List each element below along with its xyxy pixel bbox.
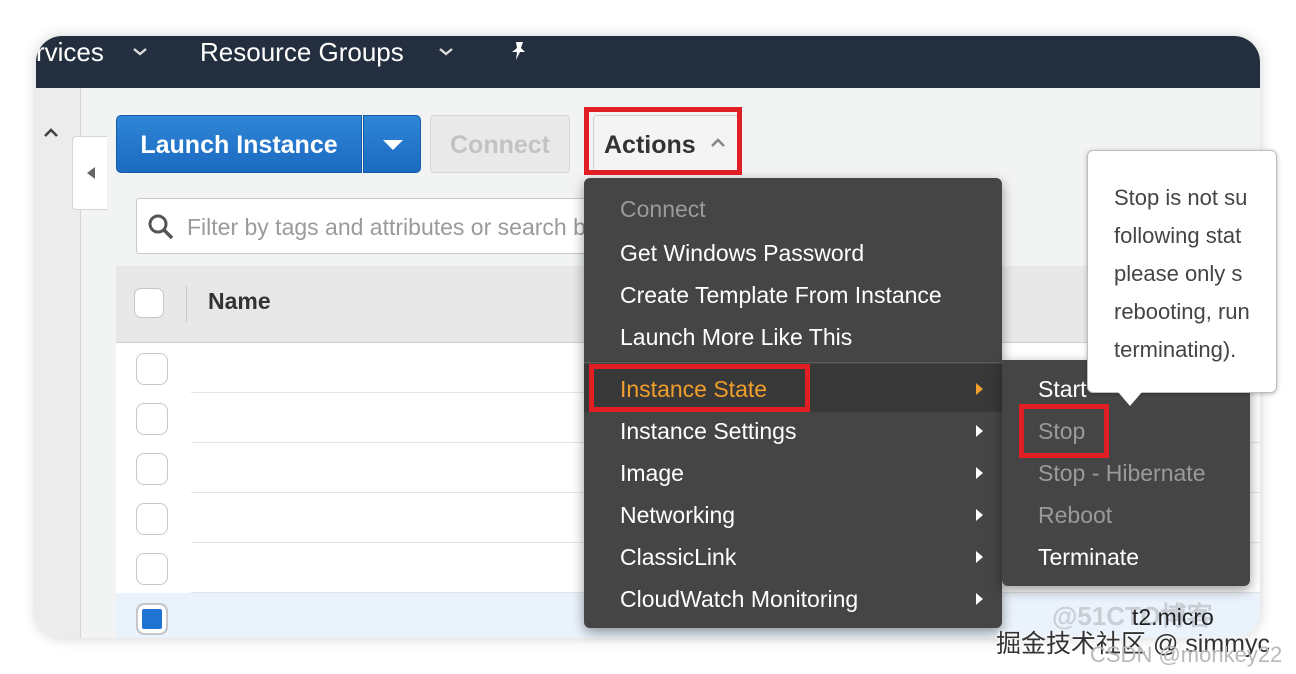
menu-item-networking[interactable]: Networking — [620, 502, 735, 529]
column-header-name[interactable]: Name — [208, 288, 271, 315]
menu-separator — [584, 362, 1002, 363]
services-chevron-icon[interactable] — [132, 44, 148, 62]
actions-menu: Connect Get Windows Password Create Temp… — [584, 178, 1002, 628]
tooltip-line: following stat — [1114, 223, 1242, 248]
stop-disabled-tooltip: Stop is not su following stat please onl… — [1087, 150, 1277, 393]
row-checkbox[interactable] — [136, 353, 168, 385]
launch-instance-dropdown[interactable] — [363, 115, 421, 173]
caret-down-icon — [383, 140, 403, 150]
submenu-item-start[interactable]: Start — [1038, 376, 1087, 403]
submenu-arrow-icon — [976, 425, 983, 437]
row-checkbox[interactable] — [136, 403, 168, 435]
submenu-arrow-icon — [976, 383, 983, 395]
top-navigation-bar: rvices Resource Groups — [36, 36, 1260, 88]
menu-item-get-windows-password[interactable]: Get Windows Password — [620, 240, 864, 267]
submenu-arrow-icon — [976, 551, 983, 563]
sidebar-toggle-tab[interactable] — [72, 136, 109, 210]
select-all-checkbox[interactable] — [134, 288, 164, 318]
search-icon — [148, 214, 174, 240]
submenu-item-stop-hibernate[interactable]: Stop - Hibernate — [1038, 460, 1205, 487]
menu-item-create-template[interactable]: Create Template From Instance — [620, 282, 942, 309]
row-checkbox-checked[interactable] — [136, 603, 168, 635]
menu-item-launch-more-like-this[interactable]: Launch More Like This — [620, 324, 852, 351]
connect-button[interactable]: Connect — [430, 115, 570, 173]
menu-item-instance-state[interactable]: Instance State — [620, 376, 767, 403]
launch-instance-button[interactable]: Launch Instance — [116, 115, 362, 173]
watermark-csdn: CSDN @monkey22 — [1090, 642, 1283, 667]
menu-item-instance-settings[interactable]: Instance Settings — [620, 418, 796, 445]
submenu-arrow-icon — [976, 467, 983, 479]
submenu-item-reboot[interactable]: Reboot — [1038, 502, 1112, 529]
pin-icon[interactable] — [508, 40, 530, 62]
menu-item-classiclink[interactable]: ClassicLink — [620, 544, 736, 571]
tooltip-line: please only s — [1114, 261, 1243, 286]
submenu-arrow-icon — [976, 509, 983, 521]
submenu-item-terminate[interactable]: Terminate — [1038, 544, 1139, 571]
collapse-up-icon[interactable] — [36, 122, 66, 152]
row-checkbox[interactable] — [136, 553, 168, 585]
services-menu[interactable]: rvices — [36, 36, 104, 72]
chevron-up-icon — [710, 116, 726, 174]
row-checkbox[interactable] — [136, 503, 168, 535]
submenu-arrow-icon — [976, 593, 983, 605]
menu-item-connect[interactable]: Connect — [620, 196, 706, 223]
actions-button[interactable]: Actions — [593, 115, 739, 173]
tooltip-line: rebooting, run — [1114, 299, 1250, 324]
row-checkbox[interactable] — [136, 453, 168, 485]
actions-label: Actions — [604, 131, 696, 159]
submenu-item-stop[interactable]: Stop — [1038, 418, 1085, 445]
tooltip-pointer — [1118, 392, 1142, 406]
resource-groups-menu[interactable]: Resource Groups — [200, 36, 404, 72]
menu-item-cloudwatch-monitoring[interactable]: CloudWatch Monitoring — [620, 586, 858, 613]
menu-item-image[interactable]: Image — [620, 460, 684, 487]
column-divider — [186, 286, 187, 322]
tooltip-line: terminating). — [1114, 337, 1237, 362]
resource-groups-chevron-icon[interactable] — [438, 44, 454, 62]
tooltip-line: Stop is not su — [1114, 185, 1248, 210]
